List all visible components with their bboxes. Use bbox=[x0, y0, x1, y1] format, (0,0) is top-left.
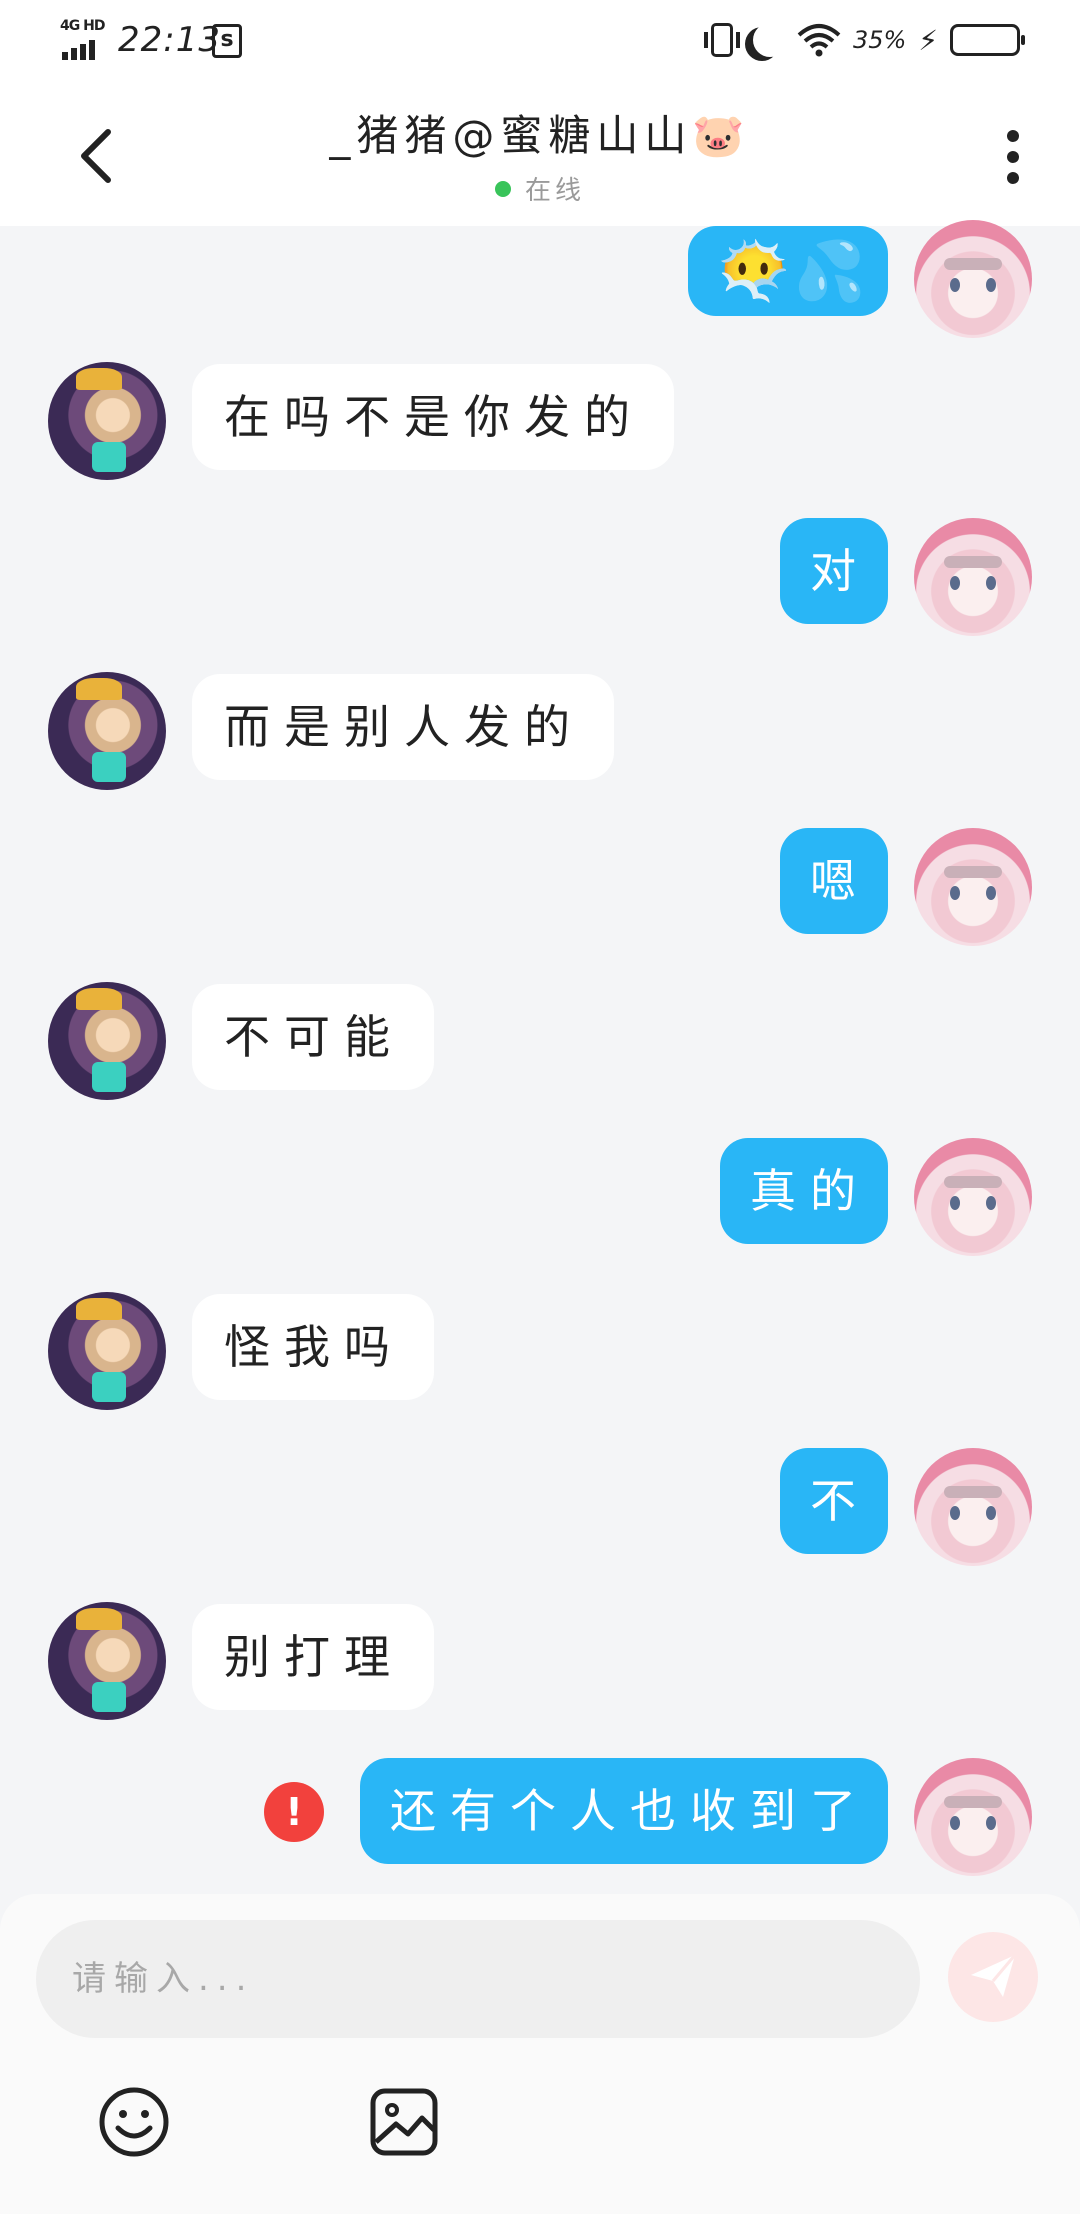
my-avatar[interactable] bbox=[914, 1138, 1032, 1256]
charging-bolt-icon: ⚡ bbox=[918, 23, 938, 57]
message-row: 不 bbox=[0, 1448, 1080, 1568]
message-bubble[interactable]: 而是别人发的 bbox=[192, 674, 614, 780]
contact-avatar[interactable] bbox=[48, 1602, 166, 1720]
wifi-icon bbox=[797, 23, 841, 57]
message-row: 真的 bbox=[0, 1138, 1080, 1258]
emoji-button[interactable] bbox=[98, 2086, 170, 2158]
message-row: 而是别人发的 bbox=[0, 672, 1080, 792]
message-bubble[interactable]: 😶‍🌫️💦 bbox=[687, 226, 888, 316]
send-button[interactable] bbox=[948, 1932, 1038, 2022]
message-row: 不可能 bbox=[0, 982, 1080, 1102]
message-bubble[interactable]: 怪我吗 bbox=[192, 1294, 434, 1400]
my-avatar[interactable] bbox=[914, 220, 1032, 338]
message-bubble[interactable]: 不 bbox=[780, 1448, 888, 1554]
message-bubble[interactable]: 对 bbox=[780, 518, 888, 624]
contact-avatar[interactable] bbox=[48, 1292, 166, 1410]
contact-avatar[interactable] bbox=[48, 982, 166, 1100]
online-dot-icon bbox=[494, 181, 511, 197]
message-row: 怪我吗 bbox=[0, 1292, 1080, 1412]
message-row: ! 还有个人也收到了 bbox=[0, 1758, 1080, 1878]
my-avatar[interactable] bbox=[914, 1758, 1032, 1876]
chat-title: _猪猪@蜜糖山山🐷 bbox=[329, 111, 751, 160]
message-bubble[interactable]: 真的 bbox=[720, 1138, 888, 1244]
message-row: 嗯 bbox=[0, 828, 1080, 948]
status-bar: 4G HD 22:13 s 35% ⚡ bbox=[0, 0, 1080, 80]
message-bubble[interactable]: 在吗不是你发的 bbox=[192, 364, 674, 470]
message-row: 😶‍🌫️💦 bbox=[0, 200, 1080, 338]
image-button[interactable] bbox=[368, 2086, 440, 2158]
vibrate-icon bbox=[703, 23, 740, 57]
message-bubble[interactable]: 还有个人也收到了 bbox=[360, 1758, 888, 1864]
more-options-button[interactable] bbox=[1006, 130, 1020, 184]
message-bubble[interactable]: 嗯 bbox=[780, 828, 888, 934]
network-signal-icon: 4G HD bbox=[60, 18, 106, 60]
contact-avatar[interactable] bbox=[48, 362, 166, 480]
emoji-icon bbox=[99, 2087, 169, 2157]
my-avatar[interactable] bbox=[914, 518, 1032, 636]
input-area bbox=[0, 1894, 1080, 2214]
message-row: 在吗不是你发的 bbox=[0, 362, 1080, 482]
message-bubble[interactable]: 不可能 bbox=[192, 984, 434, 1090]
contact-avatar[interactable] bbox=[48, 672, 166, 790]
send-failed-icon[interactable]: ! bbox=[264, 1782, 324, 1842]
send-icon bbox=[971, 1954, 1017, 1997]
my-avatar[interactable] bbox=[914, 1448, 1032, 1566]
more-dots-icon bbox=[1007, 130, 1019, 142]
screenshot-icon: s bbox=[212, 24, 242, 58]
message-row: 对 bbox=[0, 518, 1080, 638]
do-not-disturb-moon-icon bbox=[753, 23, 787, 57]
clock: 22:13 bbox=[118, 20, 221, 60]
battery-percent: 35% bbox=[852, 26, 907, 54]
battery-icon bbox=[950, 24, 1025, 56]
message-input[interactable] bbox=[36, 1920, 920, 2038]
message-row: 别打理 bbox=[0, 1602, 1080, 1722]
my-avatar[interactable] bbox=[914, 828, 1032, 946]
message-bubble[interactable]: 别打理 bbox=[192, 1604, 434, 1710]
image-icon bbox=[370, 2088, 438, 2156]
network-type: 4G HD bbox=[60, 18, 105, 34]
